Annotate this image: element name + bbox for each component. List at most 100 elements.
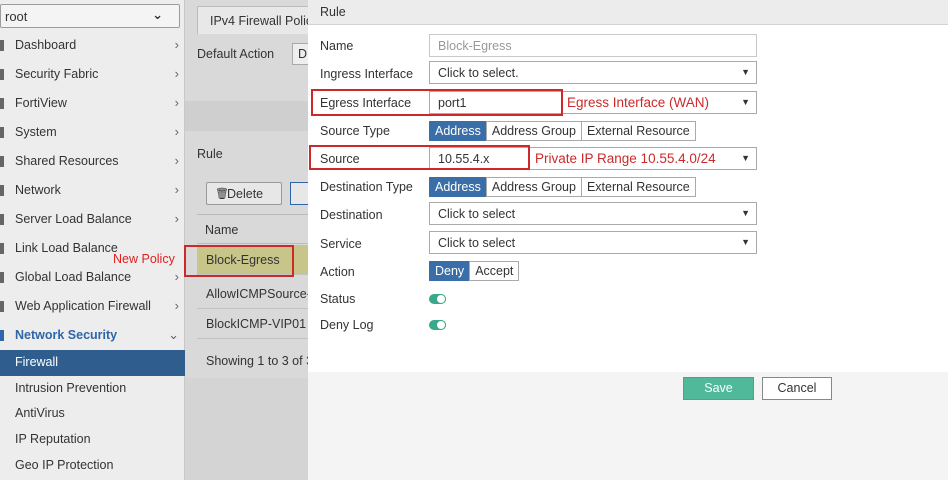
nav-global-load-balance[interactable]: Global Load Balance › — [0, 264, 185, 292]
destination-type-address-group[interactable]: Address Group — [485, 177, 582, 197]
chevron-right-icon: › — [174, 269, 179, 284]
nav-label: Security Fabric — [15, 67, 99, 81]
caret-down-icon: ▼ — [741, 153, 750, 163]
action-toggle: Deny Accept — [429, 261, 520, 281]
chevron-right-icon: › — [174, 211, 179, 226]
source-type-external-resource[interactable]: External Resource — [580, 121, 696, 141]
status-label: Status — [320, 292, 356, 306]
nav-network[interactable]: Network › — [0, 177, 185, 205]
nav-label: Geo IP Protection — [15, 458, 114, 472]
chevron-right-icon: › — [174, 37, 179, 52]
rule-section-title: Rule — [197, 147, 223, 161]
destination-type-address[interactable]: Address — [429, 177, 487, 197]
action-label: Action — [320, 265, 355, 279]
table-header: Name — [197, 214, 308, 244]
nav-antivirus[interactable]: AntiVirus — [0, 401, 185, 427]
menu-icon — [0, 272, 4, 283]
pagination-status: Showing 1 to 3 of 3 — [206, 354, 308, 368]
default-action-value: D — [298, 47, 308, 61]
chevron-down-icon: ⌄ — [168, 327, 179, 342]
page-footer — [185, 378, 308, 480]
caret-down-icon: ▼ — [741, 97, 750, 107]
table-row[interactable]: AllowICMPSource- — [197, 279, 308, 309]
destination-type-external-resource[interactable]: External Resource — [580, 177, 696, 197]
tab-label: IPv4 Firewall Policy — [210, 14, 308, 28]
menu-icon — [0, 330, 4, 341]
caret-down-icon: ▼ — [741, 208, 750, 218]
toggle-knob — [436, 294, 446, 304]
menu-icon — [0, 40, 4, 51]
new-policy-highlight — [184, 245, 294, 277]
toggle-knob — [436, 320, 446, 330]
nav-system[interactable]: System › — [0, 119, 185, 147]
ingress-interface-value: Click to select. — [438, 66, 519, 80]
menu-icon — [0, 98, 4, 109]
save-button[interactable]: Save — [683, 377, 754, 400]
nav-label: AntiVirus — [15, 406, 65, 420]
service-value: Click to select — [438, 236, 516, 250]
cancel-button[interactable]: Cancel — [762, 377, 832, 400]
nav-label: System — [15, 125, 57, 139]
nav-dashboard[interactable]: Dashboard › — [0, 32, 185, 60]
name-input[interactable]: Block-Egress — [429, 34, 757, 57]
deny-log-toggle[interactable] — [429, 320, 446, 330]
action-deny[interactable]: Deny — [429, 261, 471, 281]
nav-label: FortiView — [15, 96, 67, 110]
name-label: Name — [320, 39, 354, 53]
menu-icon — [0, 243, 4, 254]
chevron-right-icon: › — [174, 124, 179, 139]
chevron-right-icon: › — [174, 153, 179, 168]
nav-label: Firewall — [15, 355, 59, 369]
nav-label: Link Load Balance — [15, 241, 118, 255]
nav-server-load-balance[interactable]: Server Load Balance › — [0, 206, 185, 234]
destination-value: Click to select — [438, 207, 516, 221]
vdom-select[interactable]: root ⌄ — [0, 4, 180, 28]
nav-label: Network — [15, 183, 61, 197]
nav-label: Intrusion Prevention — [15, 381, 127, 395]
tab-ipv4-firewall-policy[interactable]: IPv4 Firewall Policy — [197, 6, 308, 34]
nav-geo-ip-protection[interactable]: Geo IP Protection — [0, 453, 185, 479]
nav-firewall[interactable]: Firewall — [0, 350, 185, 376]
action-accept[interactable]: Accept — [469, 261, 520, 281]
toolbar-button[interactable] — [290, 182, 308, 205]
nav-label: Web Application Firewall — [15, 299, 151, 313]
delete-button[interactable]: 🗑 Delete — [206, 182, 282, 205]
chevron-right-icon: › — [174, 95, 179, 110]
table-row[interactable]: BlockICMP-VIP01 — [197, 309, 308, 339]
source-type-toggle: Address Address Group External Resource — [429, 121, 696, 141]
ingress-interface-label: Ingress Interface — [320, 67, 414, 81]
service-select[interactable]: Click to select ▼ — [429, 231, 757, 254]
name-placeholder: Block-Egress — [438, 39, 512, 53]
section-band — [185, 101, 308, 131]
destination-select[interactable]: Click to select ▼ — [429, 202, 757, 225]
nav-ip-reputation[interactable]: IP Reputation — [0, 427, 185, 453]
source-type-address[interactable]: Address — [429, 121, 487, 141]
menu-icon — [0, 301, 4, 312]
nav-label: Server Load Balance — [15, 212, 132, 226]
nav-web-application-firewall[interactable]: Web Application Firewall › — [0, 293, 185, 321]
default-action-select[interactable]: D — [292, 43, 308, 65]
nav-label: Shared Resources — [15, 154, 119, 168]
row-name: BlockICMP-VIP01 — [206, 317, 307, 331]
nav-fortiview[interactable]: FortiView › — [0, 90, 185, 118]
service-label: Service — [320, 237, 362, 251]
nav-label: IP Reputation — [15, 432, 91, 446]
caret-down-icon: ▼ — [741, 237, 750, 247]
nav-network-security[interactable]: Network Security ⌄ — [0, 322, 185, 350]
source-type-address-group[interactable]: Address Group — [485, 121, 582, 141]
chevron-right-icon: › — [174, 298, 179, 313]
status-toggle[interactable] — [429, 294, 446, 304]
nav-intrusion-prevention[interactable]: Intrusion Prevention — [0, 376, 185, 402]
deny-log-label: Deny Log — [320, 318, 374, 332]
nav-label: Network Security — [15, 328, 118, 342]
chevron-right-icon: › — [174, 182, 179, 197]
sidebar: root ⌄ Dashboard › Security Fabric › For… — [0, 0, 185, 480]
ingress-interface-select[interactable]: Click to select. ▼ — [429, 61, 757, 84]
policy-page: IPv4 Firewall Policy Default Action D Ru… — [185, 0, 308, 480]
nav-label: Dashboard — [15, 38, 77, 52]
menu-icon — [0, 214, 4, 225]
name-column-header: Name — [205, 223, 239, 237]
nav-security-fabric[interactable]: Security Fabric › — [0, 61, 185, 89]
nav-shared-resources[interactable]: Shared Resources › — [0, 148, 185, 176]
caret-down-icon: ▼ — [741, 67, 750, 77]
